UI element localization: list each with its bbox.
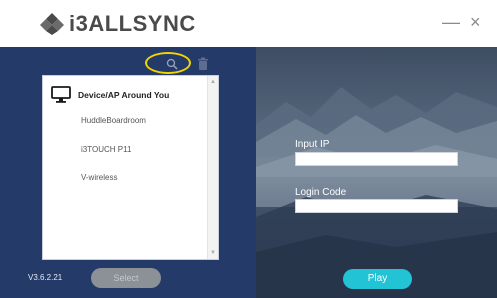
device-list-scrollbar[interactable]: ▲ ▼	[207, 76, 218, 259]
close-button[interactable]: ×	[470, 12, 481, 33]
minimize-button[interactable]: —	[442, 12, 460, 33]
device-list-header: Device/AP Around You	[51, 86, 169, 103]
left-panel: Device/AP Around You HuddleBoardroom i3T…	[0, 47, 256, 298]
monitor-icon	[51, 86, 71, 103]
input-ip-field[interactable]	[295, 152, 458, 166]
device-list-title: Device/AP Around You	[78, 89, 170, 100]
search-icon[interactable]	[166, 58, 178, 70]
trash-icon[interactable]	[197, 57, 209, 71]
background-image-panel	[256, 47, 497, 298]
select-button[interactable]: Select	[91, 268, 161, 288]
device-item-i3touch-p11[interactable]: i3TOUCH P11	[81, 145, 131, 154]
mountain-glacier-background	[256, 87, 497, 298]
scroll-down-arrow-icon[interactable]: ▼	[210, 250, 216, 256]
login-code-label: Login Code	[295, 187, 347, 198]
i3-logo-icon	[40, 13, 64, 35]
device-list-panel: Device/AP Around You HuddleBoardroom i3T…	[42, 75, 219, 260]
device-item-v-wireless[interactable]: V-wireless	[81, 173, 117, 182]
device-item-huddleboardroom[interactable]: HuddleBoardroom	[81, 116, 146, 125]
title-bar: i3ALLSYNC — ×	[0, 0, 497, 47]
version-label: V3.6.2.21	[28, 273, 63, 282]
scroll-up-arrow-icon[interactable]: ▲	[210, 79, 216, 85]
app-brand-title: i3ALLSYNC	[69, 11, 196, 36]
play-button[interactable]: Play	[343, 269, 412, 289]
login-code-field[interactable]	[295, 199, 458, 213]
input-ip-label: Input IP	[295, 139, 330, 150]
